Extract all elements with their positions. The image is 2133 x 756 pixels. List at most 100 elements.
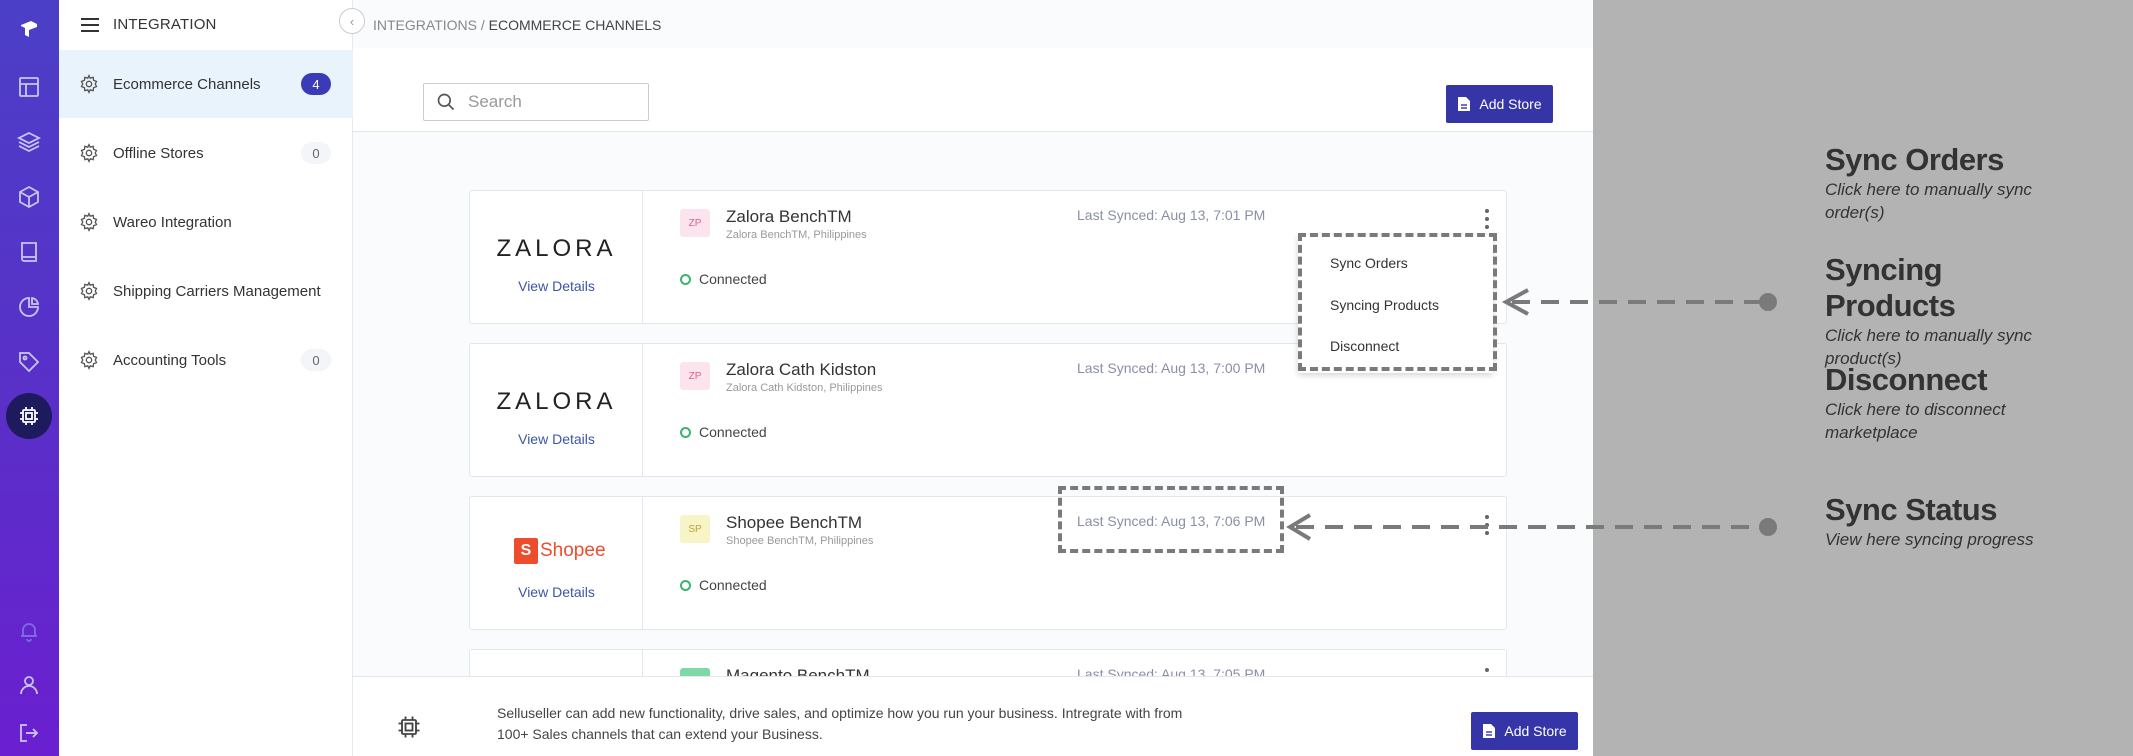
search-placeholder: Search <box>468 92 522 111</box>
store-badge: ZP <box>680 362 710 390</box>
layers-icon[interactable] <box>12 125 46 159</box>
store-logo-column: ZALORA View Details <box>470 344 643 476</box>
footer-banner: Selluseller can add new functionality, d… <box>353 676 1593 756</box>
menu-highlight-box <box>1298 233 1497 371</box>
connection-status: Connected <box>680 424 767 440</box>
store-name: Shopee BenchTM <box>726 513 863 532</box>
status-dot-icon <box>680 579 691 591</box>
store-subtitle: Zalora Cath Kidston, Philippines <box>726 382 883 394</box>
annotation-desc: View here syncing progress <box>1825 530 2034 549</box>
last-synced: Last Synced: Aug 13, 7:00 PM <box>1077 360 1266 376</box>
annotation-syncing-products: Syncing Products Click here to manually … <box>1825 252 2065 370</box>
store-name: Zalora BenchTM <box>726 207 852 226</box>
view-details-link[interactable]: View Details <box>470 584 643 600</box>
breadcrumb-current: ECOMMERCE CHANNELS <box>488 17 662 33</box>
annotation-desc: Click here to manually sync order(s) <box>1825 180 2032 222</box>
shopping-bag-icon: S <box>514 538 538 564</box>
toolbar: Search Add Store <box>353 48 1593 132</box>
main-content: INTEGRATIONS / ECOMMERCE CHANNELS Search… <box>353 0 1593 756</box>
footer-text: Selluseller can add new functionality, d… <box>497 705 1183 742</box>
annotation-desc: Click here to disconnect marketplace <box>1825 400 2006 442</box>
annotation-disconnect: Disconnect Click here to disconnect mark… <box>1825 362 2065 444</box>
connection-status: Connected <box>680 577 767 593</box>
search-input[interactable]: Search <box>423 83 649 121</box>
status-label: Connected <box>699 577 767 593</box>
box-icon[interactable] <box>12 180 46 214</box>
status-label: Connected <box>699 271 767 287</box>
shopee-wordmark: Shopee <box>540 540 606 561</box>
menu-icon[interactable] <box>81 17 99 32</box>
zalora-logo: ZALORA <box>496 235 617 262</box>
dashboard-icon[interactable] <box>12 70 46 104</box>
kebab-menu-icon[interactable] <box>1484 209 1490 229</box>
sidebar-item-shipping-carriers[interactable]: Shipping Carriers Management <box>59 257 353 325</box>
integration-chip-icon[interactable] <box>6 393 52 439</box>
status-dot-icon <box>680 273 691 285</box>
integration-chip-icon <box>398 716 420 738</box>
gear-icon <box>80 143 98 163</box>
bell-icon[interactable] <box>12 614 46 648</box>
store-card: S Shopee View Details SP Shopee BenchTM S… <box>469 496 1507 630</box>
store-subtitle: Shopee BenchTM, Philippines <box>726 535 874 547</box>
logout-icon[interactable] <box>12 716 46 750</box>
count-badge: 4 <box>301 73 331 95</box>
status-label: Connected <box>699 424 767 440</box>
sidebar-header: INTEGRATION <box>81 16 217 33</box>
book-icon[interactable] <box>12 235 46 269</box>
sidebar-item-accounting-tools[interactable]: Accounting Tools 0 <box>59 326 353 394</box>
gear-icon <box>80 281 98 301</box>
document-icon <box>1458 97 1471 111</box>
store-subtitle: Zalora BenchTM, Philippines <box>726 229 867 241</box>
shopee-logo: S Shopee <box>514 538 606 564</box>
last-synced: Last Synced: Aug 13, 7:01 PM <box>1077 207 1266 223</box>
sidebar-item-wareo-integration[interactable]: Wareo Integration <box>59 188 353 256</box>
store-badge: SP <box>680 515 710 543</box>
search-icon <box>437 93 455 111</box>
annotation-title: Sync Status <box>1825 492 1997 527</box>
zalora-logo: ZALORA <box>496 388 617 415</box>
footer-add-store-button[interactable]: Add Store <box>1471 712 1578 750</box>
pie-chart-icon[interactable] <box>12 290 46 324</box>
sidebar-item-label: Ecommerce Channels <box>113 75 261 93</box>
annotation-title: Disconnect <box>1825 362 1988 397</box>
breadcrumb: INTEGRATIONS / ECOMMERCE CHANNELS <box>373 17 661 33</box>
sidebar-item-label: Wareo Integration <box>113 213 232 231</box>
chevron-left-icon: ‹ <box>349 13 355 29</box>
annotation-title: Sync Orders <box>1825 142 2004 177</box>
view-details-link[interactable]: View Details <box>470 278 643 294</box>
collapse-sidebar-button[interactable]: ‹ <box>339 8 365 34</box>
add-store-button[interactable]: Add Store <box>1446 85 1553 123</box>
breadcrumb-parent[interactable]: INTEGRATIONS / <box>373 17 485 33</box>
annotation-sync-status: Sync Status View here syncing progress <box>1825 492 2115 551</box>
sidebar-item-label: Shipping Carriers Management <box>113 282 321 300</box>
user-icon[interactable] <box>12 668 46 702</box>
store-logo-column: ZALORA View Details <box>470 191 643 323</box>
store-badge: ZP <box>680 209 710 237</box>
tag-icon[interactable] <box>12 345 46 379</box>
gear-icon <box>80 350 98 370</box>
annotation-title: Syncing Products <box>1825 252 1956 323</box>
count-badge: 0 <box>301 349 331 371</box>
kebab-menu-icon[interactable] <box>1484 515 1490 535</box>
sidebar-item-offline-stores[interactable]: Offline Stores 0 <box>59 119 353 187</box>
icon-rail <box>0 0 59 756</box>
gear-icon <box>80 212 98 232</box>
sidebar-item-label: Offline Stores <box>113 144 204 162</box>
status-dot-icon <box>680 426 691 438</box>
sidebar-item-label: Accounting Tools <box>113 351 227 369</box>
document-icon <box>1483 724 1496 738</box>
view-details-link[interactable]: View Details <box>470 431 643 447</box>
add-store-label: Add Store <box>1479 96 1542 112</box>
sidebar-title: INTEGRATION <box>113 16 217 33</box>
integration-sidebar: INTEGRATION Ecommerce Channels 4 Offline… <box>59 0 353 756</box>
annotation-sync-orders: Sync Orders Click here to manually sync … <box>1825 142 2065 224</box>
sync-status-highlight-box <box>1058 486 1284 553</box>
gear-icon <box>80 74 98 94</box>
store-name: Zalora Cath Kidston <box>726 360 877 379</box>
store-logo-column: S Shopee View Details <box>470 497 643 629</box>
logo-icon[interactable] <box>12 12 46 46</box>
sidebar-item-ecommerce-channels[interactable]: Ecommerce Channels 4 <box>59 50 353 118</box>
connection-status: Connected <box>680 271 767 287</box>
add-store-label: Add Store <box>1504 723 1567 739</box>
count-badge: 0 <box>301 142 331 164</box>
